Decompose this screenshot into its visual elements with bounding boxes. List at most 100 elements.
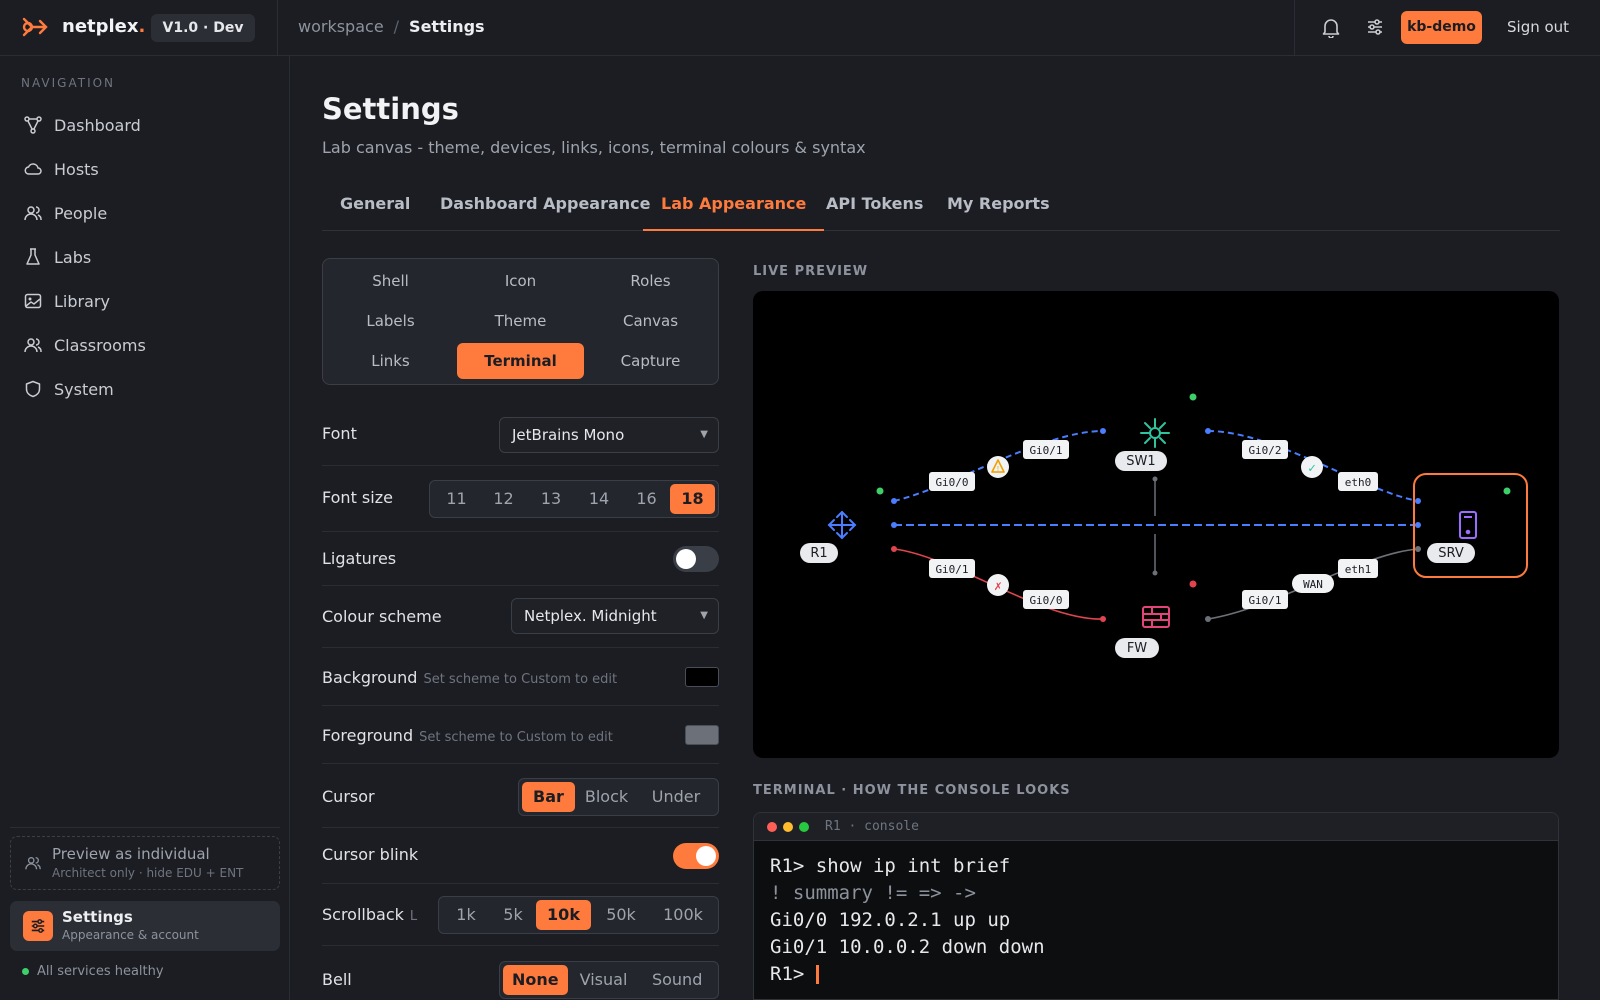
terminal-titlebar: R1 · console <box>754 813 1558 841</box>
port-dot <box>1205 428 1211 434</box>
tab-general[interactable]: General <box>322 191 428 231</box>
header-divider <box>1294 0 1295 56</box>
subtab-labels[interactable]: Labels <box>327 303 454 339</box>
foreground-swatch[interactable] <box>685 725 719 745</box>
server-icon[interactable] <box>1459 511 1477 539</box>
bell-option[interactable]: Visual <box>568 965 640 995</box>
sliders-icon <box>31 919 45 933</box>
bell-label: Bell <box>322 970 352 989</box>
font-select[interactable]: JetBrains Mono ▼ <box>499 417 719 453</box>
background-swatch[interactable] <box>685 667 719 687</box>
sidebar-item-label: Dashboard <box>54 115 141 135</box>
bell-option-selected[interactable]: None <box>503 965 568 995</box>
node-label-sw1[interactable]: SW1 <box>1115 451 1167 471</box>
scrollback-option[interactable]: 100k <box>651 900 715 930</box>
scrollback-option[interactable]: 50k <box>591 900 651 930</box>
tab-my-reports[interactable]: My Reports <box>929 191 1068 231</box>
subtab-theme[interactable]: Theme <box>457 303 584 339</box>
subtab-links[interactable]: Links <box>327 343 454 379</box>
breadcrumb-workspace[interactable]: workspace <box>298 17 384 36</box>
sidebar-item-dashboard[interactable]: Dashboard <box>14 107 276 143</box>
font-size-option[interactable]: 13 <box>527 484 575 514</box>
port-dot <box>1152 476 1158 482</box>
colour-scheme-label: Colour scheme <box>322 607 442 626</box>
node-label-srv[interactable]: SRV <box>1427 543 1475 563</box>
subtab-canvas[interactable]: Canvas <box>587 303 714 339</box>
firewall-icon[interactable] <box>1142 606 1170 628</box>
sidebar-item-label: Classrooms <box>54 335 146 355</box>
cursor-option-selected[interactable]: Bar <box>522 782 575 812</box>
classroom-icon <box>24 338 42 353</box>
node-label-r1[interactable]: R1 <box>800 543 838 563</box>
subtab-capture[interactable]: Capture <box>587 343 714 379</box>
font-size-option[interactable]: 16 <box>623 484 670 514</box>
svg-text:WAN: WAN <box>1303 578 1323 591</box>
sidebar-item-hosts[interactable]: Hosts <box>14 151 276 187</box>
font-size-option[interactable]: 11 <box>433 484 480 514</box>
port-dot <box>891 498 897 504</box>
svg-text:SRV: SRV <box>1438 546 1464 561</box>
port-label: Gi0/0 <box>1023 590 1069 609</box>
svg-text:eth1: eth1 <box>1345 563 1372 576</box>
subtab-terminal[interactable]: Terminal <box>457 343 584 379</box>
port-dot <box>1100 616 1106 622</box>
sidebar-settings-item[interactable]: Settings Appearance & account <box>10 901 280 951</box>
scrollback-option[interactable]: 5k <box>490 900 536 930</box>
subtab-roles[interactable]: Roles <box>587 263 714 299</box>
svg-text:✗: ✗ <box>994 579 1002 594</box>
signout-button[interactable]: Sign out <box>1507 18 1569 36</box>
scrollback-option-selected[interactable]: 10k <box>536 900 591 930</box>
font-size-option-selected[interactable]: 18 <box>670 484 715 514</box>
check-badge-icon: ✓ <box>1301 456 1323 478</box>
subtab-shell[interactable]: Shell <box>327 263 454 299</box>
bell-segmented: None Visual Sound <box>499 961 719 999</box>
scrollback-label: Scrollback L <box>322 905 418 924</box>
sidebar-item-library[interactable]: Library <box>14 283 276 319</box>
netplex-logo-icon[interactable] <box>22 16 48 38</box>
scrollback-option[interactable]: 1k <box>442 900 490 930</box>
colour-scheme-select[interactable]: Netplex. Midnight ▼ <box>511 598 719 634</box>
cursor-blink-toggle[interactable] <box>673 843 719 869</box>
live-preview-canvas[interactable]: Gi0/0 Gi0/1 Gi0/2 eth0 Gi0/1 Gi0/0 Gi0/1… <box>753 291 1559 758</box>
terminal-prompt-line: R1> <box>770 963 819 985</box>
header-divider <box>277 0 278 56</box>
sidebar-item-people[interactable]: People <box>14 195 276 231</box>
font-size-option[interactable]: 12 <box>480 484 527 514</box>
font-size-option[interactable]: 14 <box>575 484 623 514</box>
tab-lab-appearance[interactable]: Lab Appearance <box>643 191 825 231</box>
tab-api-tokens[interactable]: API Tokens <box>808 191 941 231</box>
cloud-icon <box>24 163 42 175</box>
ligatures-row: Ligatures <box>322 532 719 586</box>
subtab-icon[interactable]: Icon <box>457 263 584 299</box>
sidebar-item-labs[interactable]: Labs <box>14 239 276 275</box>
ligatures-label: Ligatures <box>322 549 397 568</box>
terminal-cursor <box>815 965 819 984</box>
preview-as-individual-button[interactable]: Preview as individual Architect only · h… <box>10 836 280 890</box>
terminal-preview[interactable]: R1 · console R1> show ip int brief ! sum… <box>753 812 1559 1000</box>
background-hint: Set scheme to Custom to edit <box>423 672 618 687</box>
tab-dashboard-appearance[interactable]: Dashboard Appearance <box>422 191 669 231</box>
switch-icon[interactable] <box>1140 418 1170 448</box>
router-icon[interactable] <box>827 510 857 540</box>
cursor-segmented: Bar Block Under <box>518 778 719 816</box>
chevron-down-icon: ▼ <box>700 610 708 621</box>
sidebar: NAVIGATION Dashboard Hosts People Labs L… <box>0 56 290 1000</box>
sidebar-item-system[interactable]: System <box>14 371 276 407</box>
version-badge[interactable]: V1.0 · Dev <box>151 14 255 42</box>
user-button[interactable]: kb-demo <box>1401 11 1482 44</box>
status-dot-fw <box>1189 580 1197 588</box>
bell-icon[interactable] <box>1322 18 1340 38</box>
brand-name[interactable]: netplex. <box>62 16 145 37</box>
node-label-fw[interactable]: FW <box>1115 638 1159 658</box>
bell-option[interactable]: Sound <box>639 965 715 995</box>
sidebar-item-classrooms[interactable]: Classrooms <box>14 327 276 363</box>
sidebar-item-label: Labs <box>54 247 92 267</box>
image-icon <box>24 293 42 309</box>
sliders-icon[interactable] <box>1366 18 1384 36</box>
svg-text:Gi0/1: Gi0/1 <box>935 563 968 576</box>
ligatures-toggle[interactable] <box>673 546 719 572</box>
people-icon <box>25 857 41 870</box>
status-dot-sw1 <box>1189 393 1197 401</box>
cursor-option[interactable]: Block <box>575 782 638 812</box>
cursor-option[interactable]: Under <box>638 782 714 812</box>
